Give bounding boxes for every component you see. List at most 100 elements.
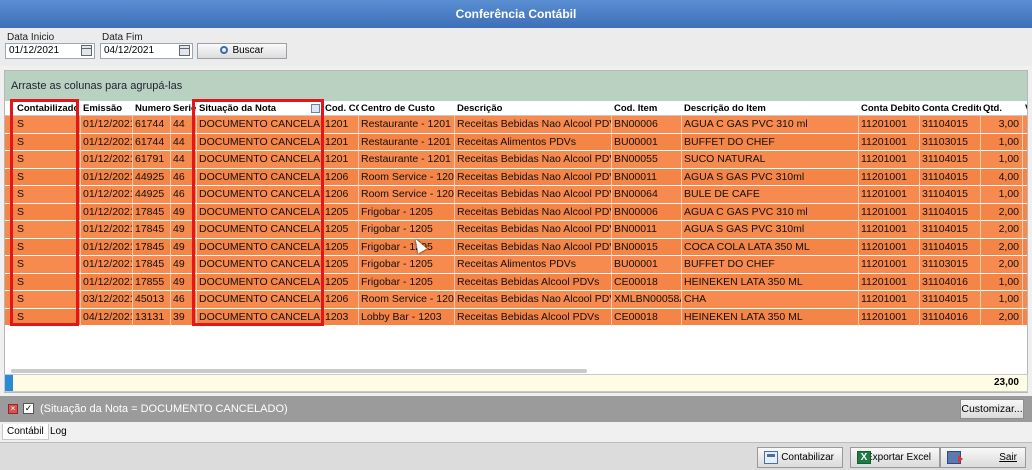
cell-conta-debito[interactable]: 11201001 xyxy=(859,238,920,256)
cell-qtd[interactable]: 1,00 xyxy=(981,273,1023,291)
col-conta-credito[interactable]: Conta Credito xyxy=(920,101,981,116)
cell-qtd[interactable]: 2,00 xyxy=(981,221,1023,238)
cell-numero[interactable]: 17845 xyxy=(133,221,171,238)
cell-cod-cc[interactable]: 1205 xyxy=(323,203,359,221)
cell-cod-item[interactable]: BU00001 xyxy=(612,133,682,151)
cell-cod-cc[interactable]: 1206 xyxy=(323,186,359,203)
cell-cod-item[interactable]: BU00001 xyxy=(612,256,682,273)
cell-emissao[interactable]: 01/12/2021 xyxy=(81,221,133,238)
cell-cod-item[interactable]: BN00011 xyxy=(612,221,682,238)
cell-centro-custo[interactable]: Room Service - 1206 xyxy=(359,291,455,308)
cell-cod-item[interactable]: BN00006 xyxy=(612,203,682,221)
tab-contabil[interactable]: Contábil xyxy=(2,424,49,440)
cell-numero[interactable]: 61744 xyxy=(133,133,171,151)
cell-conta-debito[interactable]: 11201001 xyxy=(859,273,920,291)
cell-descricao[interactable]: Receitas Bebidas Nao Alcool PDVs xyxy=(455,221,612,238)
cell-emissao[interactable]: 01/12/2021 xyxy=(81,238,133,256)
table-row[interactable]: S 03/12/2021 45013 46 DOCUMENTO CANCELADO 120… xyxy=(5,291,1027,309)
cell-centro-custo[interactable]: Frigobar - 1205 xyxy=(359,238,455,256)
cell-conta-debito[interactable]: 11201001 xyxy=(859,151,920,168)
cell-qtd[interactable]: 2,00 xyxy=(981,203,1023,221)
cell-emissao[interactable]: 01/12/2021 xyxy=(81,151,133,168)
cell-cod-cc[interactable]: 1206 xyxy=(323,168,359,186)
calendar-icon[interactable] xyxy=(81,45,92,56)
cell-conta-credito[interactable]: 31104015 xyxy=(920,151,981,168)
data-fim-input[interactable]: 04/12/2021 xyxy=(100,43,193,59)
cell-emissao[interactable]: 01/12/2021 xyxy=(81,168,133,186)
buscar-button[interactable]: Buscar xyxy=(197,43,287,59)
cell-conta-debito[interactable]: 11201001 xyxy=(859,186,920,203)
cell-qtd[interactable]: 4,00 xyxy=(981,168,1023,186)
col-centro-custo[interactable]: Centro de Custo xyxy=(359,101,455,116)
table-row[interactable]: S 01/12/2021 17855 49 DOCUMENTO CANCELADO 120… xyxy=(5,273,1027,291)
cell-qtd[interactable]: 1,00 xyxy=(981,291,1023,308)
cell-numero[interactable]: 61791 xyxy=(133,151,171,168)
contabilizar-button[interactable]: Contabilizar xyxy=(757,447,843,468)
cell-descricao[interactable]: Receitas Bebidas Nao Alcool PDVs xyxy=(455,168,612,186)
col-cod-cc[interactable]: Cod. CC xyxy=(323,101,359,116)
cell-cod-item[interactable]: CE00018 xyxy=(612,273,682,291)
cell-conta-debito[interactable]: 11201001 xyxy=(859,168,920,186)
cell-descricao[interactable]: Receitas Alimentos PDVs xyxy=(455,133,612,151)
table-row[interactable]: S 01/12/2021 61791 44 DOCUMENTO CANCELADO 120… xyxy=(5,151,1027,169)
cell-emissao[interactable]: 01/12/2021 xyxy=(81,203,133,221)
cell-numero[interactable]: 45013 xyxy=(133,291,171,308)
col-cod-item[interactable]: Cod. Item xyxy=(612,101,682,116)
cell-conta-credito[interactable]: 31103015 xyxy=(920,133,981,151)
cell-conta-credito[interactable]: 31104015 xyxy=(920,168,981,186)
cell-cod-cc[interactable]: 1203 xyxy=(323,308,359,326)
cell-conta-credito[interactable]: 31104015 xyxy=(920,291,981,308)
table-row[interactable]: S 04/12/2021 13131 39 DOCUMENTO CANCELADO 120… xyxy=(5,308,1027,326)
tab-log[interactable]: Log xyxy=(46,424,71,440)
cell-emissao[interactable]: 01/12/2021 xyxy=(81,186,133,203)
sair-button[interactable]: Sair xyxy=(940,447,1026,468)
col-emissao[interactable]: Emissão xyxy=(81,101,133,116)
calendar-icon[interactable] xyxy=(179,45,190,56)
data-grid[interactable]: Arraste as colunas para agrupá-las Conta… xyxy=(4,70,1028,393)
cell-descricao[interactable]: Receitas Bebidas Alcool PDVs xyxy=(455,308,612,326)
cell-descricao[interactable]: Receitas Bebidas Alcool PDVs xyxy=(455,273,612,291)
col-v[interactable]: V xyxy=(1023,101,1027,116)
cell-descricao[interactable]: Receitas Bebidas Nao Alcool PDVs xyxy=(455,291,612,308)
cell-qtd[interactable]: 1,00 xyxy=(981,186,1023,203)
cell-conta-debito[interactable]: 11201001 xyxy=(859,221,920,238)
col-descricao-item[interactable]: Descrição do Item xyxy=(682,101,859,116)
cell-emissao[interactable]: 01/12/2021 xyxy=(81,116,133,133)
cell-descricao[interactable]: Receitas Bebidas Nao Alcool PDVs xyxy=(455,203,612,221)
cell-numero[interactable]: 17855 xyxy=(133,273,171,291)
cell-numero[interactable]: 61744 xyxy=(133,116,171,133)
cell-cod-cc[interactable]: 1201 xyxy=(323,116,359,133)
cell-qtd[interactable]: 3,00 xyxy=(981,116,1023,133)
cell-cod-cc[interactable]: 1205 xyxy=(323,273,359,291)
exportar-excel-button[interactable]: X Exportar Excel xyxy=(850,447,940,468)
cell-conta-debito[interactable]: 11201001 xyxy=(859,291,920,308)
cell-numero[interactable]: 17845 xyxy=(133,203,171,221)
cell-descricao-item[interactable]: AGUA S GAS PVC 310ml xyxy=(682,221,859,238)
cell-cod-cc[interactable]: 1205 xyxy=(323,256,359,273)
cell-conta-credito[interactable]: 31104015 xyxy=(920,221,981,238)
cell-centro-custo[interactable]: Frigobar - 1205 xyxy=(359,221,455,238)
col-descricao[interactable]: Descrição xyxy=(455,101,612,116)
col-numero[interactable]: Numero xyxy=(133,101,171,116)
cell-descricao-item[interactable]: BUFFET DO CHEF xyxy=(682,133,859,151)
cell-descricao-item[interactable]: AGUA S GAS PVC 310ml xyxy=(682,168,859,186)
cell-centro-custo[interactable]: Room Service - 1206 xyxy=(359,186,455,203)
cell-conta-credito[interactable]: 31104015 xyxy=(920,186,981,203)
cell-cod-item[interactable]: XMLBN00058A xyxy=(612,291,682,308)
cell-conta-credito[interactable]: 31104015 xyxy=(920,116,981,133)
col-conta-debito[interactable]: Conta Debito xyxy=(859,101,920,116)
cell-descricao-item[interactable]: CHA xyxy=(682,291,859,308)
cell-descricao[interactable]: Receitas Bebidas Nao Alcool PDVs xyxy=(455,151,612,168)
cell-cod-item[interactable]: BN00011 xyxy=(612,168,682,186)
cell-centro-custo[interactable]: Room Service - 1206 xyxy=(359,168,455,186)
cell-descricao-item[interactable]: COCA COLA LATA 350 ML xyxy=(682,238,859,256)
cell-numero[interactable]: 44925 xyxy=(133,186,171,203)
customizar-button[interactable]: Customizar... xyxy=(960,399,1024,419)
cell-descricao-item[interactable]: AGUA C GAS PVC 310 ml xyxy=(682,116,859,133)
cell-cod-cc[interactable]: 1206 xyxy=(323,291,359,308)
cell-conta-debito[interactable]: 11201001 xyxy=(859,256,920,273)
filter-enabled-checkbox[interactable]: ✓ xyxy=(23,403,34,414)
cell-centro-custo[interactable]: Frigobar - 1205 xyxy=(359,256,455,273)
cell-numero[interactable]: 13131 xyxy=(133,308,171,326)
table-row[interactable]: S 01/12/2021 44925 46 DOCUMENTO CANCELADO 120… xyxy=(5,186,1027,204)
